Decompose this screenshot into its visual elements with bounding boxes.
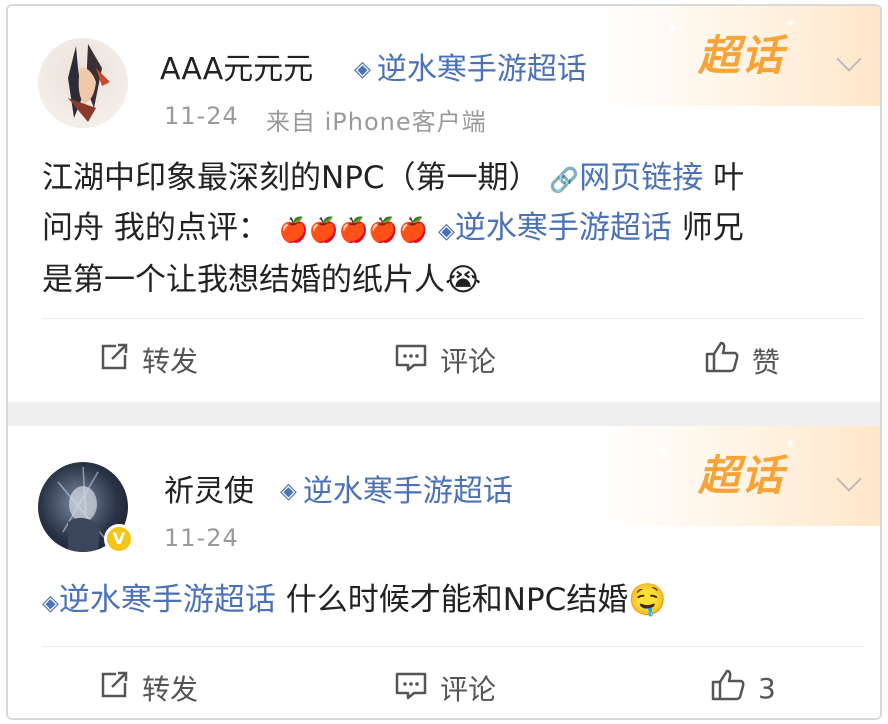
sparkle-icon: ✦: [784, 436, 796, 452]
topic-link[interactable]: ◈逆水寒手游超话: [42, 582, 276, 618]
content-text: 什么时候才能和NPC结婚🤤: [285, 582, 667, 618]
topic-header-link[interactable]: ◈ 逆水寒手游超话: [280, 466, 513, 510]
content-text: 师兄: [681, 210, 744, 246]
chevron-down-icon[interactable]: [836, 466, 862, 492]
like-icon: [710, 668, 746, 709]
repost-icon: [98, 341, 130, 380]
chaohua-label: 超话: [697, 31, 784, 80]
repost-button[interactable]: 转发: [98, 668, 198, 708]
post-content: ◈逆水寒手游超话 什么时候才能和NPC结婚🤤: [42, 576, 862, 628]
topic-header-label: 逆水寒手游超话: [376, 52, 587, 87]
post-source: 来自 iPhone客户端: [266, 108, 487, 136]
username[interactable]: 祈灵使: [164, 466, 254, 510]
like-count: 3: [758, 672, 776, 705]
repost-icon: [98, 669, 130, 708]
link-icon: 🔗: [549, 166, 580, 194]
chaohua-banner[interactable]: ✦ ✦ 超话: [600, 426, 880, 526]
comment-label: 评论: [440, 673, 497, 706]
username[interactable]: AAA元元元: [160, 44, 313, 88]
topic-link-label: 逆水寒手游超话: [454, 210, 672, 246]
comment-button[interactable]: 评论: [394, 340, 496, 380]
web-link[interactable]: 🔗网页链接: [549, 160, 703, 196]
topic-link[interactable]: ◈逆水寒手游超话: [438, 210, 672, 246]
comment-button[interactable]: 评论: [394, 668, 496, 708]
topic-header-label: 逆水寒手游超话: [302, 474, 513, 509]
chaohua-label: 超话: [697, 451, 784, 500]
like-button[interactable]: 3: [710, 668, 776, 709]
post-date: 11-24: [164, 524, 239, 552]
verified-badge: V: [104, 524, 134, 554]
weibo-feed: ✦ ✦ 超话 AAA元元元 ◈ 逆水寒手游超话 11-24 来自 iPhone客户…: [6, 4, 882, 720]
content-line: 是第一个让我想结婚的纸片人😭: [42, 262, 482, 298]
divider: [42, 646, 864, 647]
post-card: ✦ ✦ 超话 AAA元元元 ◈ 逆水寒手游超话 11-24 来自 iPhone客户…: [8, 6, 880, 402]
topic-diamond-icon: ◈: [354, 57, 371, 82]
comment-icon: [394, 669, 428, 708]
topic-diamond-icon: ◈: [280, 479, 297, 504]
post-content: 江湖中印象最深刻的NPC（第一期） 🔗网页链接 叶 问舟 我的点评： 🍎🍎🍎🍎🍎…: [42, 154, 862, 304]
repost-label: 转发: [142, 673, 199, 706]
chaohua-banner[interactable]: ✦ ✦ 超话: [600, 6, 880, 106]
web-link-label: 网页链接: [579, 160, 704, 196]
comment-icon: [394, 341, 428, 380]
chevron-down-icon[interactable]: [836, 46, 862, 72]
sparkle-icon: ✦: [784, 16, 796, 32]
topic-link-label: 逆水寒手游超话: [58, 582, 276, 618]
content-line: 问舟 我的点评： 🍎🍎🍎🍎🍎 ◈逆水寒手游超话 师兄: [42, 204, 862, 256]
repost-label: 转发: [142, 345, 199, 378]
like-button[interactable]: 赞: [704, 340, 780, 381]
like-icon: [704, 340, 740, 381]
divider: [42, 318, 864, 319]
avatar[interactable]: [38, 38, 128, 128]
topic-diamond-icon: ◈: [42, 591, 59, 616]
post-date: 11-24: [164, 102, 239, 130]
content-text: 叶: [713, 160, 745, 196]
content-line: 江湖中印象最深刻的NPC（第一期） 🔗网页链接 叶: [42, 154, 862, 204]
content-text: 江湖中印象最深刻的NPC（第一期）: [42, 160, 540, 196]
topic-diamond-icon: ◈: [438, 219, 455, 244]
like-label: 赞: [752, 345, 781, 379]
sparkle-icon: ✦: [654, 440, 670, 461]
feed-separator: [8, 402, 880, 426]
apple-emoji: 🍎🍎🍎🍎🍎: [278, 216, 429, 244]
sparkle-icon: ✦: [664, 18, 680, 39]
topic-header-link[interactable]: ◈ 逆水寒手游超话: [354, 44, 587, 88]
content-text: 问舟 我的点评：: [42, 210, 269, 246]
comment-label: 评论: [440, 345, 497, 378]
repost-button[interactable]: 转发: [98, 340, 198, 380]
